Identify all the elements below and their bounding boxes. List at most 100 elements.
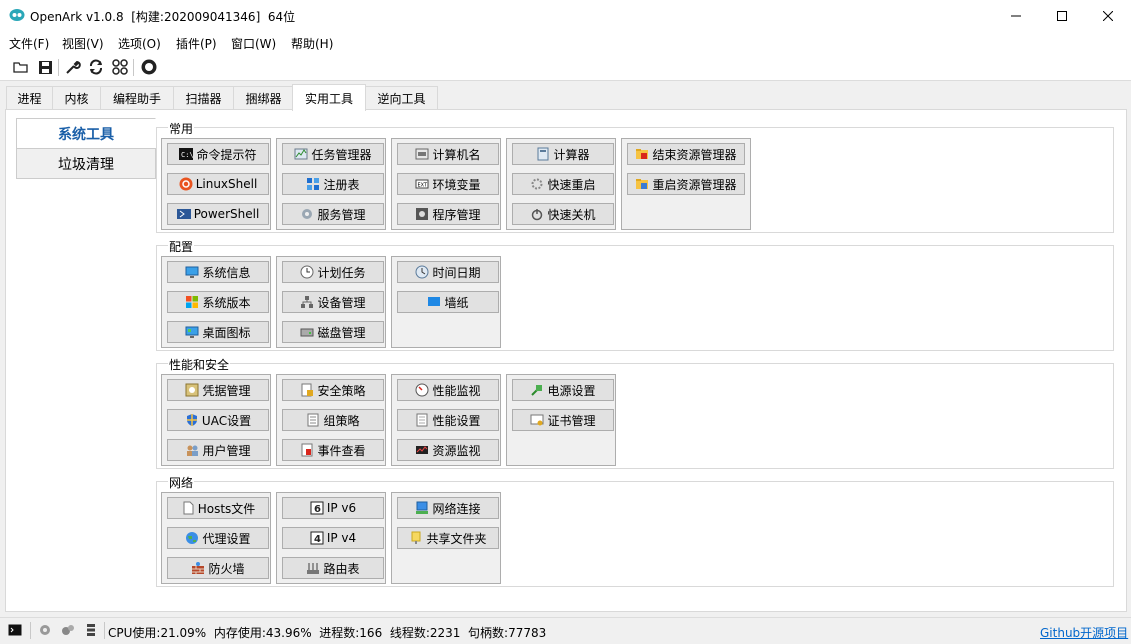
close-icon [1103, 10, 1113, 21]
system-info-button[interactable]: 系统信息 [167, 261, 269, 283]
github-button[interactable] [140, 58, 158, 76]
group-policy-icon [307, 413, 319, 427]
taskmgr-button[interactable]: 任务管理器 [282, 143, 384, 165]
disk-manager-button[interactable]: 磁盘管理 [282, 321, 384, 343]
common-col5: 结束资源管理器 重启资源管理器 [621, 138, 751, 230]
uac-button[interactable]: UAC设置 [167, 409, 269, 431]
stack-icon[interactable] [84, 623, 98, 637]
gears-icon[interactable] [61, 623, 75, 637]
console-icon[interactable] [8, 623, 22, 637]
services-button[interactable]: 服务管理 [282, 203, 384, 225]
common-col2: 任务管理器 注册表 服务管理 [276, 138, 386, 230]
users-button[interactable]: 用户管理 [167, 439, 269, 461]
hosts-label: Hosts文件 [197, 501, 256, 516]
system-version-button[interactable]: 系统版本 [167, 291, 269, 313]
windows-button[interactable] [111, 58, 129, 76]
linuxshell-button[interactable]: LinuxShell [167, 173, 269, 195]
nav-system-tools[interactable]: 系统工具 [16, 118, 156, 149]
shared-folders-button[interactable]: 共享文件夹 [397, 527, 499, 549]
resource-monitor-button[interactable]: 资源监视 [397, 439, 499, 461]
perf-monitor-button[interactable]: 性能监视 [397, 379, 499, 401]
menu-options[interactable]: 选项(O) [118, 35, 161, 52]
menu-file[interactable]: 文件(F) [9, 35, 49, 52]
svg-text:6: 6 [314, 504, 321, 515]
wallpaper-button[interactable]: 墙纸 [397, 291, 499, 313]
title-bar: OpenArk v1.0.8 [构建:202009041346] 64位 [0, 0, 1131, 31]
desktop-icons-button[interactable]: 桌面图标 [167, 321, 269, 343]
env-vars-button[interactable]: EXT 环境变量 [397, 173, 499, 195]
tab-coder[interactable]: 编程助手 [100, 86, 174, 109]
tab-bundler[interactable]: 捆绑器 [233, 86, 294, 109]
calculator-label: 计算器 [553, 147, 590, 162]
calculator-button[interactable]: 计算器 [512, 143, 614, 165]
menu-plugins[interactable]: 插件(P) [176, 35, 217, 52]
minimize-button[interactable] [993, 0, 1039, 31]
ipv6-button[interactable]: 6 IP v6 [282, 497, 384, 519]
security-policy-label: 安全策略 [317, 383, 366, 398]
tab-utilities[interactable]: 实用工具 [292, 84, 366, 111]
computer-name-button[interactable]: 计算机名 [397, 143, 499, 165]
security-col1: 凭据管理 UAC设置 用户管理 [161, 374, 271, 466]
group-policy-button[interactable]: 组策略 [282, 409, 384, 431]
monitor-icon [185, 266, 199, 278]
tab-process[interactable]: 进程 [6, 86, 53, 109]
proxy-label: 代理设置 [202, 531, 251, 546]
menu-window[interactable]: 窗口(W) [231, 35, 276, 52]
perf-settings-button[interactable]: 性能设置 [397, 409, 499, 431]
tab-reverse[interactable]: 逆向工具 [365, 86, 438, 109]
event-viewer-button[interactable]: 事件查看 [282, 439, 384, 461]
powershell-button[interactable]: PowerShell [167, 203, 269, 225]
scheduled-tasks-button[interactable]: 计划任务 [282, 261, 384, 283]
group-security-label: 性能和安全 [168, 356, 231, 373]
datetime-button[interactable]: 时间日期 [397, 261, 499, 283]
credentials-button[interactable]: 凭据管理 [167, 379, 269, 401]
network-connections-button[interactable]: 网络连接 [397, 497, 499, 519]
security-col4: 电源设置 证书管理 [506, 374, 616, 466]
menu-view[interactable]: 视图(V) [62, 35, 104, 52]
programs-button[interactable]: 程序管理 [397, 203, 499, 225]
settings-gear-icon[interactable] [38, 623, 52, 637]
tab-kernel[interactable]: 内核 [52, 86, 101, 109]
hosts-button[interactable]: Hosts文件 [167, 497, 269, 519]
quick-shutdown-button[interactable]: 快速关机 [512, 203, 614, 225]
quick-restart-button[interactable]: 快速重启 [512, 173, 614, 195]
cert-manager-label: 证书管理 [547, 413, 596, 428]
credentials-icon [185, 383, 199, 397]
cmd-button[interactable]: C:\ 命令提示符 [167, 143, 269, 165]
clock-icon [300, 265, 314, 279]
close-button[interactable] [1085, 0, 1131, 31]
wallpaper-icon [428, 297, 441, 306]
menu-help[interactable]: 帮助(H) [291, 35, 333, 52]
firewall-button[interactable]: 防火墙 [167, 557, 269, 579]
tab-bar: 进程 内核 编程助手 扫描器 捆绑器 实用工具 逆向工具 [0, 84, 1131, 111]
status-bar: CPU使用:21.09% 内存使用:43.96% 进程数:166 线程数:223… [0, 617, 1131, 644]
github-link[interactable]: Github开源项目 [1040, 624, 1128, 641]
status-stats: CPU使用:21.09% 内存使用:43.96% 进程数:166 线程数:223… [108, 626, 547, 640]
tab-scanner[interactable]: 扫描器 [173, 86, 234, 109]
refresh-button[interactable] [87, 58, 105, 76]
security-policy-button[interactable]: 安全策略 [282, 379, 384, 401]
save-button[interactable] [36, 58, 54, 76]
proxy-button[interactable]: 代理设置 [167, 527, 269, 549]
maximize-button[interactable] [1039, 0, 1085, 31]
power-icon [532, 209, 543, 221]
github-icon [141, 59, 157, 75]
quick-shutdown-label: 快速关机 [547, 207, 596, 222]
device-manager-button[interactable]: 设备管理 [282, 291, 384, 313]
cmd-label: 命令提示符 [196, 147, 257, 162]
power-settings-button[interactable]: 电源设置 [512, 379, 614, 401]
file-icon [183, 501, 194, 515]
group-config-label: 配置 [168, 238, 195, 255]
device-icon [301, 296, 314, 308]
route-table-button[interactable]: 路由表 [282, 557, 384, 579]
kill-explorer-button[interactable]: 结束资源管理器 [627, 143, 745, 165]
disk-icon [300, 328, 314, 337]
ipv4-label: IP v4 [326, 531, 357, 545]
cert-manager-button[interactable]: 证书管理 [512, 409, 614, 431]
tools-button[interactable] [64, 58, 82, 76]
ipv4-button[interactable]: 4 IP v4 [282, 527, 384, 549]
nav-junk-cleaner[interactable]: 垃圾清理 [16, 148, 156, 179]
open-folder-button[interactable] [12, 58, 30, 76]
restart-explorer-button[interactable]: 重启资源管理器 [627, 173, 745, 195]
regedit-button[interactable]: 注册表 [282, 173, 384, 195]
